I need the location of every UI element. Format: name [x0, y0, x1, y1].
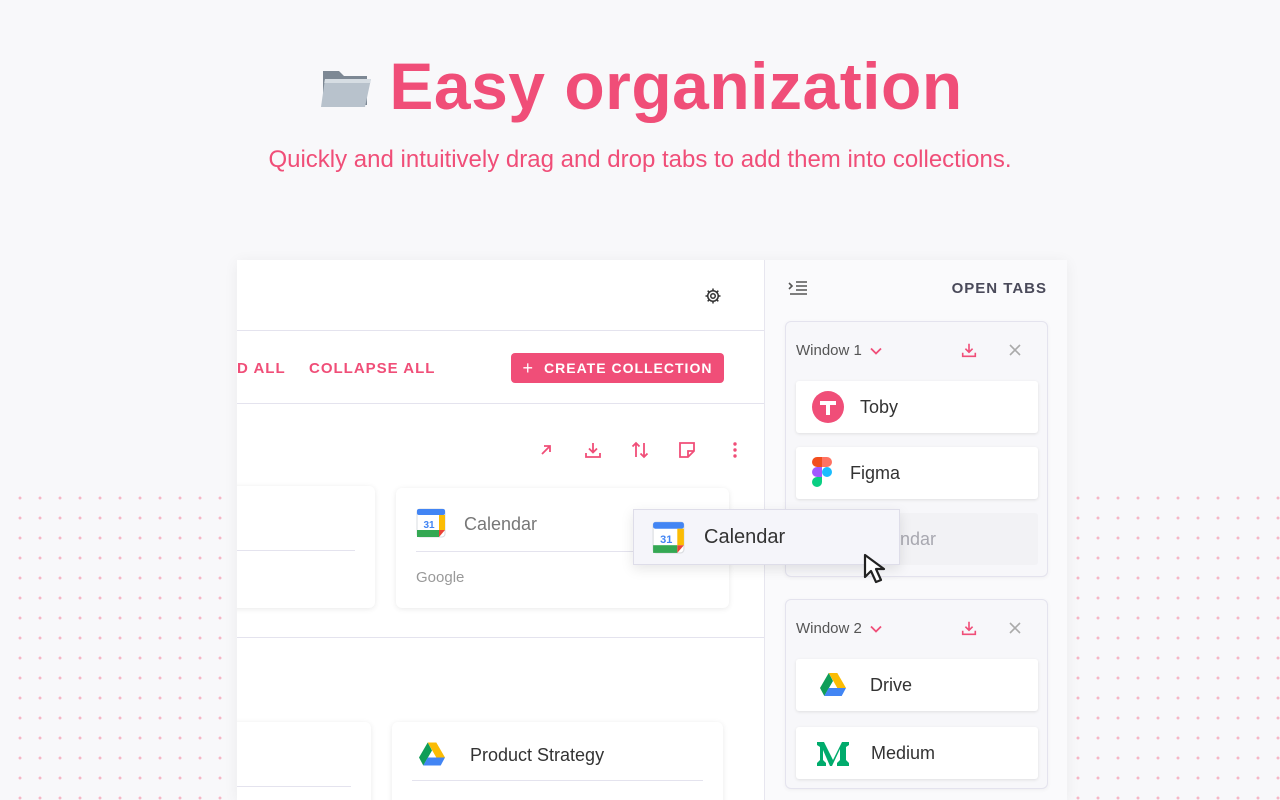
tab-card[interactable] — [237, 486, 375, 608]
download-icon[interactable] — [960, 341, 978, 359]
collection-divider — [237, 637, 764, 638]
window-1-toggle[interactable]: Window 1 — [796, 342, 882, 359]
svg-text:31: 31 — [423, 520, 435, 531]
tab-label: ndar — [900, 529, 936, 550]
hero-title: Easy organization — [0, 48, 1280, 124]
window-group-2: Window 2 Drive Medium — [785, 599, 1048, 789]
window-2-toggle[interactable]: Window 2 — [796, 620, 882, 637]
more-icon[interactable] — [725, 440, 745, 460]
window-name: Window 2 — [796, 620, 862, 637]
close-icon[interactable] — [1008, 343, 1022, 357]
dragged-tab-label: Calendar — [704, 526, 785, 549]
card-divider — [412, 780, 703, 781]
close-icon[interactable] — [1008, 621, 1022, 635]
svg-text:31: 31 — [660, 534, 672, 546]
tab-label: Medium — [871, 743, 935, 764]
tab-label: Figma — [850, 463, 900, 484]
create-collection-label: CREATE COLLECTION — [544, 360, 712, 376]
tab-label: Drive — [870, 675, 912, 696]
mouse-cursor-icon — [862, 553, 892, 585]
hero-subtitle: Quickly and intuitively drag and drop ta… — [0, 146, 1280, 174]
create-collection-button[interactable]: + CREATE COLLECTION — [511, 353, 724, 383]
dragged-tab-card[interactable]: 31 Calendar — [633, 509, 900, 565]
figma-icon — [812, 457, 832, 487]
tab-label: Toby — [860, 397, 898, 418]
card-title: Calendar — [464, 514, 537, 535]
tab-card[interactable] — [237, 722, 371, 800]
google-drive-icon — [419, 742, 445, 766]
card-title: Product Strategy — [470, 745, 604, 766]
download-icon[interactable] — [960, 619, 978, 637]
google-calendar-icon: 31 — [652, 521, 685, 554]
folder-icon — [317, 57, 375, 115]
sort-icon[interactable] — [630, 440, 650, 460]
expand-all-button[interactable]: D ALL — [237, 360, 286, 377]
note-icon[interactable] — [677, 440, 697, 460]
plus-icon: + — [523, 358, 535, 379]
chevron-down-icon — [870, 625, 882, 633]
tab-item-toby[interactable]: Toby — [796, 381, 1038, 433]
chevron-down-icon — [870, 347, 882, 355]
open-icon[interactable] — [536, 440, 556, 460]
toolbar-divider — [237, 403, 764, 404]
card-divider — [237, 550, 355, 551]
open-tabs-title: OPEN TABS — [952, 280, 1047, 297]
toby-icon — [812, 391, 844, 423]
download-icon[interactable] — [583, 440, 603, 460]
tab-item-figma[interactable]: Figma — [796, 447, 1038, 499]
gear-icon[interactable] — [704, 287, 722, 305]
tab-item-medium[interactable]: Medium — [796, 727, 1038, 779]
tab-card-product-strategy[interactable]: Product Strategy — [392, 722, 723, 800]
dot-pattern-right — [1068, 488, 1280, 800]
card-divider — [237, 786, 351, 787]
header-divider — [237, 330, 764, 331]
dot-pattern-left — [10, 488, 230, 800]
collapse-sidebar-icon[interactable] — [788, 279, 808, 297]
google-drive-icon — [820, 673, 846, 696]
collapse-all-button[interactable]: COLLAPSE ALL — [309, 360, 435, 377]
card-subtitle: Google — [416, 569, 464, 586]
window-name: Window 1 — [796, 342, 862, 359]
tab-item-drive[interactable]: Drive — [796, 659, 1038, 711]
medium-icon — [817, 740, 849, 766]
hero-title-text: Easy organization — [389, 48, 962, 124]
google-calendar-icon: 31 — [416, 508, 446, 538]
